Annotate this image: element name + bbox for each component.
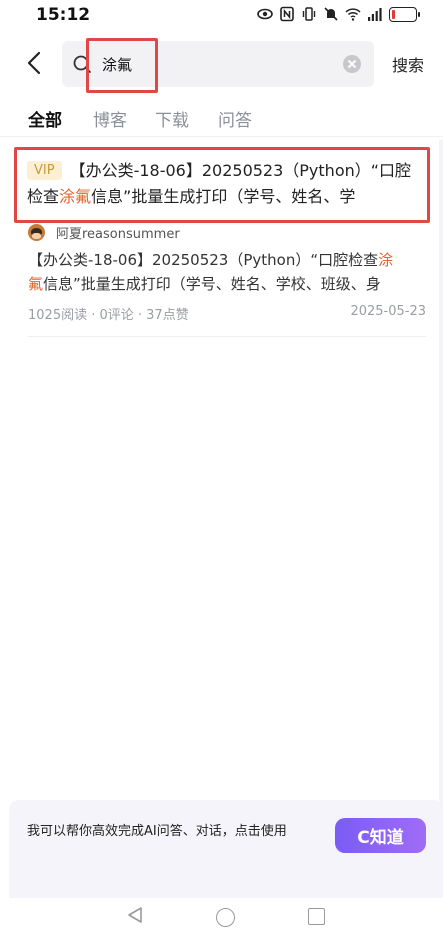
search-icon bbox=[73, 55, 91, 73]
avatar bbox=[28, 223, 45, 241]
clear-search-button[interactable] bbox=[343, 55, 361, 73]
result-date: 2025-05-23 bbox=[350, 304, 426, 319]
result-title-keyword: 涂氟 bbox=[59, 187, 92, 206]
search-result-item[interactable]: VIP 【办公类-18-06】20250523（Python）“口腔检查涂氟信息”… bbox=[0, 140, 443, 340]
system-nav-bar bbox=[0, 898, 443, 929]
nav-back-icon[interactable] bbox=[126, 906, 144, 924]
filter-tabs: 全部 博客 下载 问答 bbox=[0, 100, 443, 136]
status-bar: 15:12 bbox=[0, 0, 443, 30]
nav-home-icon[interactable] bbox=[216, 908, 235, 927]
tab-qa[interactable]: 问答 bbox=[218, 106, 252, 131]
result-summary-text: 【办公类-18-06】20250523（Python）“口腔检查 bbox=[28, 251, 379, 269]
battery-icon bbox=[389, 6, 420, 22]
ai-assistant-bar[interactable]: 我可以帮你高效完成AI问答、对话，点击使用 C知道 bbox=[9, 800, 443, 898]
result-summary-text-rest: 信息”批量生成打印（学号、姓名、学校、班级、身 bbox=[43, 275, 381, 293]
tab-download[interactable]: 下载 bbox=[155, 106, 189, 131]
tabs-divider bbox=[0, 136, 443, 137]
vip-badge: VIP bbox=[27, 161, 62, 180]
result-title[interactable]: VIP 【办公类-18-06】20250523（Python）“口腔检查涂氟信息”… bbox=[27, 158, 423, 210]
result-title-text-rest: 信息”批量生成打印（学号、姓名、学 bbox=[91, 187, 356, 206]
back-arrow-icon[interactable] bbox=[22, 50, 48, 76]
eye-icon bbox=[257, 8, 273, 20]
search-row: 搜索 bbox=[0, 38, 443, 93]
nav-recent-apps-icon[interactable] bbox=[308, 908, 325, 925]
search-button[interactable]: 搜索 bbox=[392, 52, 424, 76]
result-summary-keyword-2: 氟 bbox=[28, 275, 44, 293]
author-row[interactable]: 阿夏reasonsummer bbox=[28, 222, 180, 242]
result-stats: 1025阅读 · 0评论 · 37点赞 bbox=[28, 308, 189, 323]
search-input[interactable] bbox=[102, 53, 322, 75]
tab-all[interactable]: 全部 bbox=[28, 106, 62, 131]
vibrate-icon bbox=[302, 7, 316, 21]
ai-zhidao-button[interactable]: C知道 bbox=[335, 818, 426, 853]
search-box[interactable] bbox=[62, 41, 374, 87]
result-summary-keyword-1: 涂 bbox=[378, 251, 394, 269]
status-time: 15:12 bbox=[36, 5, 91, 25]
result-divider bbox=[28, 336, 426, 337]
result-summary[interactable]: 【办公类-18-06】20250523（Python）“口腔检查涂氟信息”批量生… bbox=[28, 248, 428, 296]
author-name: 阿夏reasonsummer bbox=[56, 226, 180, 242]
tab-blog[interactable]: 博客 bbox=[93, 106, 127, 131]
signal-icon bbox=[368, 8, 382, 21]
result-meta: 1025阅读 · 0评论 · 37点赞 2025-05-23 bbox=[28, 304, 426, 323]
scroll-edge bbox=[439, 140, 443, 820]
nfc-icon bbox=[280, 6, 294, 22]
wifi-icon bbox=[345, 8, 361, 21]
ai-prompt-text: 我可以帮你高效完成AI问答、对话，点击使用 bbox=[27, 824, 287, 839]
result-title-highlight-box[interactable]: VIP 【办公类-18-06】20250523（Python）“口腔检查涂氟信息”… bbox=[14, 147, 430, 223]
status-icons bbox=[257, 6, 420, 22]
mute-icon bbox=[324, 7, 338, 21]
